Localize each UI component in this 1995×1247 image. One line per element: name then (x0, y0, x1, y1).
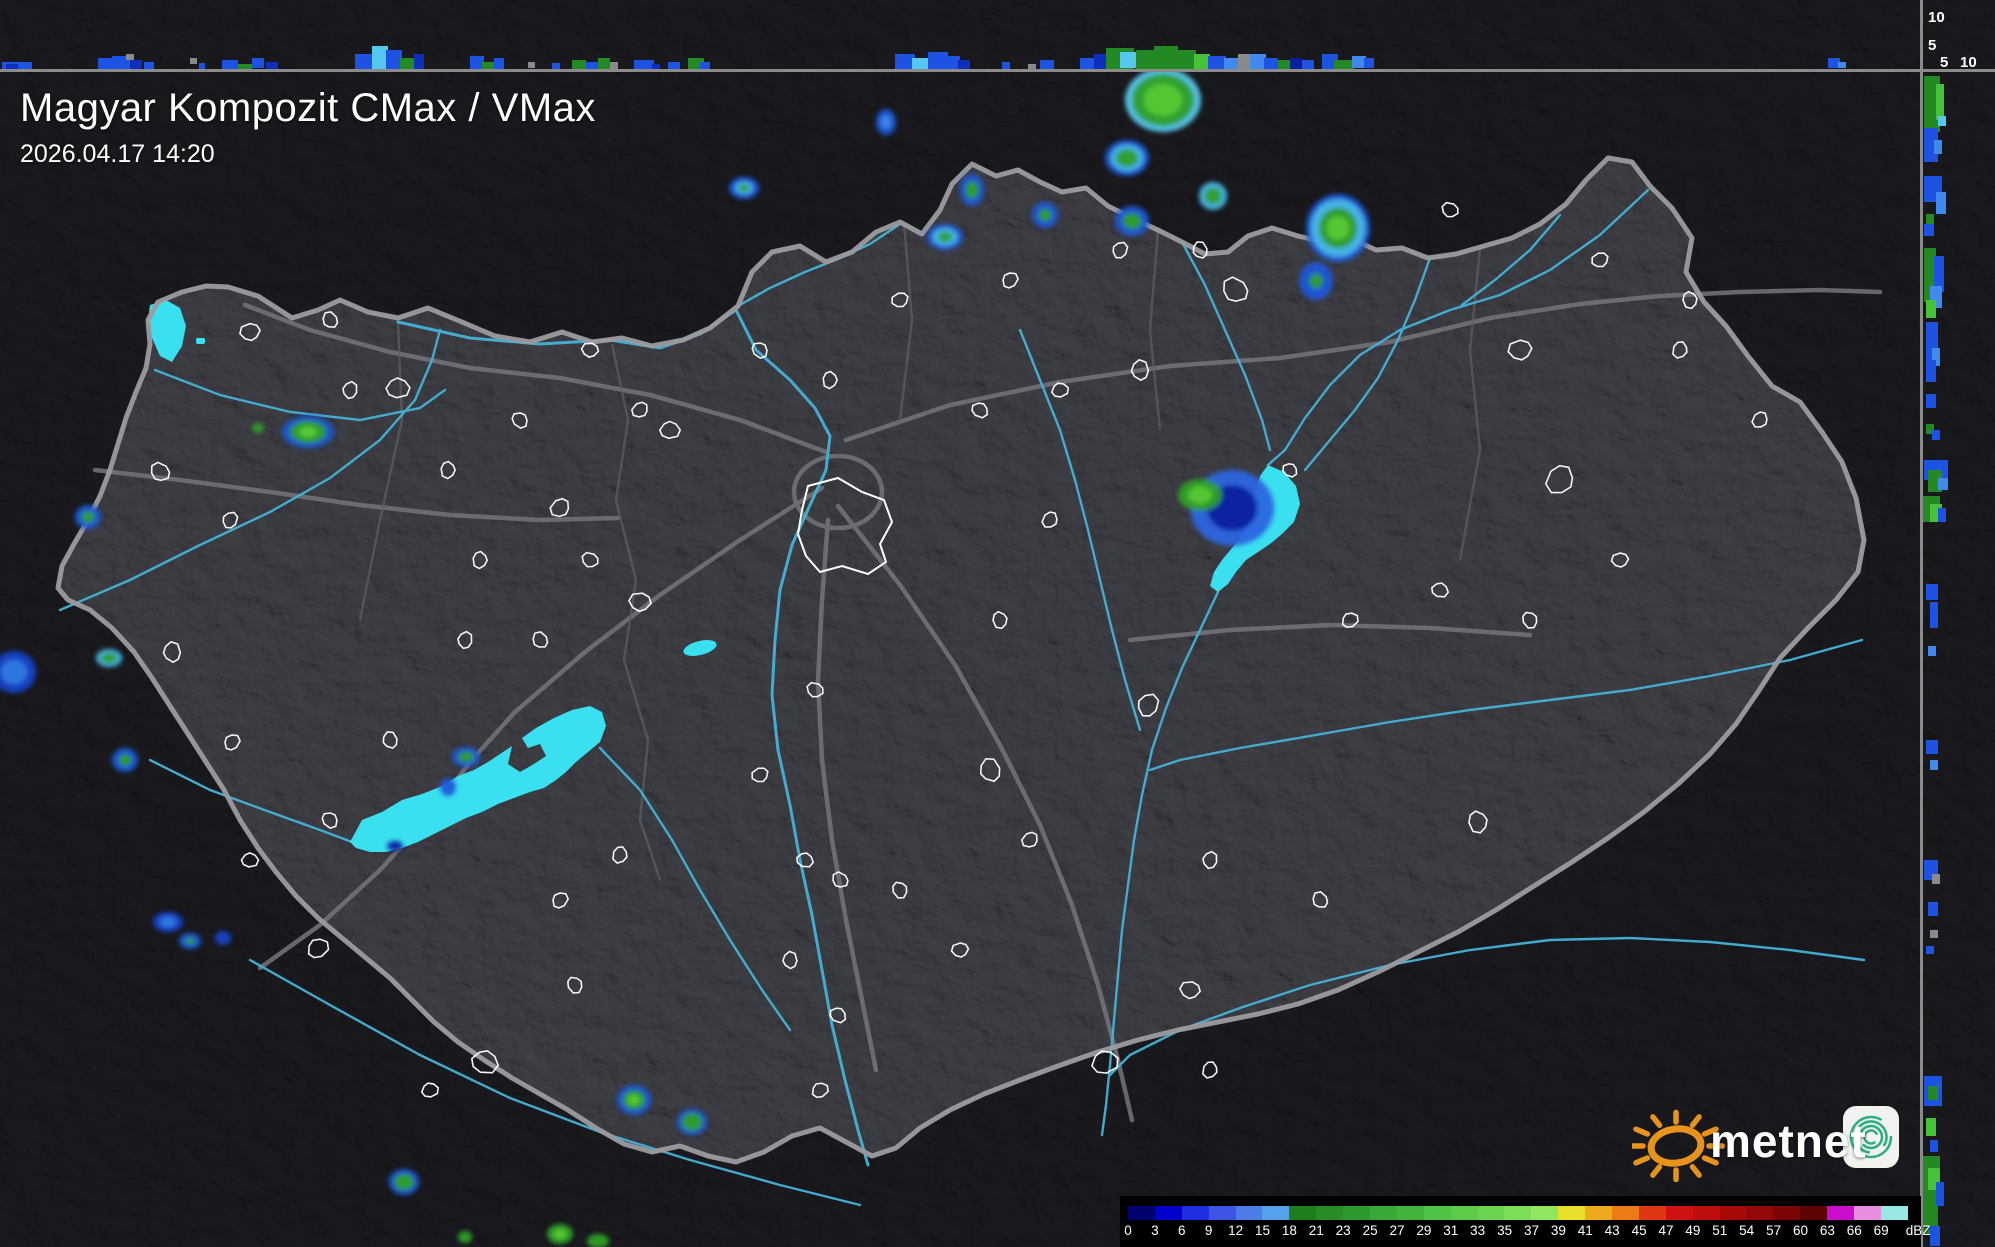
right-profile-echo (1938, 508, 1946, 522)
right-profile-echo (1926, 1118, 1936, 1136)
legend-cell (1477, 1206, 1505, 1220)
legend-cell (1450, 1206, 1478, 1220)
top-profile-echo (355, 54, 373, 70)
right-profile-echo (1926, 214, 1934, 224)
legend-cell (1343, 1206, 1371, 1220)
right-profile-echo (1928, 1086, 1938, 1100)
legend-tick-label: 69 (1873, 1223, 1889, 1238)
top-profile-echo (1136, 50, 1156, 70)
legend-cell (1854, 1206, 1881, 1220)
metnet-logo-text: metnet (1710, 1115, 1867, 1167)
legend-cell (1504, 1206, 1532, 1220)
metnet-logo: metnet (1632, 1092, 1904, 1182)
right-profile-echo (1926, 740, 1938, 754)
right-profile-echo (1938, 478, 1948, 490)
right-profile-echo (1926, 394, 1936, 408)
title-block: Magyar Kompozit CMax / VMax 2026.04.17 1… (20, 86, 596, 169)
legend-cell (1235, 1206, 1263, 1220)
right-profile-echo (1936, 84, 1944, 120)
top-profile-echo (190, 58, 197, 64)
top-axis-label-10: 10 (1928, 9, 1945, 26)
legend-cell (1154, 1206, 1182, 1220)
top-profile-echo (1838, 62, 1846, 68)
page-title: Magyar Kompozit CMax / VMax (20, 86, 596, 130)
top-profile-echo (126, 54, 134, 60)
legend-cell (1396, 1206, 1424, 1220)
timestamp: 2026.04.17 14:20 (20, 140, 215, 168)
sun-ray (1633, 1155, 1651, 1166)
legend-cell (1585, 1206, 1613, 1220)
profile-echo-pixels (0, 0, 1995, 1247)
top-profile-echo (252, 58, 264, 68)
legend-cell (1880, 1206, 1908, 1220)
sun-ray (1633, 1126, 1651, 1137)
legend-cell (1773, 1206, 1801, 1220)
right-profile-echo (1930, 602, 1938, 628)
legend-cell (1208, 1206, 1236, 1220)
right-profile-echo (1930, 1140, 1938, 1152)
legend-cell (1800, 1206, 1828, 1220)
legend-unit-label: dBZ (1905, 1223, 1931, 1238)
legend-cell (1181, 1206, 1209, 1220)
dbz-labels: 0 3 6 9 12 15 18 21 23 25 27 29 31 33 35 37 39 41 43 45 47 49… (1124, 1223, 1930, 1239)
legend-cell (1370, 1206, 1397, 1220)
right-profile-echo (1924, 224, 1934, 236)
top-profile-echo (1176, 50, 1196, 70)
right-profile-echo (1926, 360, 1936, 382)
right-profile-echo (1932, 874, 1940, 884)
right-profile-echo (1926, 300, 1936, 318)
right-axis-label-10: 10 (1960, 54, 1977, 71)
sun-ray (1650, 1114, 1663, 1128)
right-profile-echo (1928, 646, 1936, 656)
right-profile-echo (1934, 140, 1942, 154)
right-profile-echo (1930, 760, 1938, 770)
right-profile-echo (1928, 902, 1938, 916)
legend-cell (1423, 1206, 1451, 1220)
legend-cell (1612, 1206, 1639, 1220)
top-profile-echo (1154, 46, 1178, 70)
right-axis-label-5: 5 (1940, 54, 1949, 71)
radar-viewer: 10 5 5 10 Magyar Kompozit CMax / VMax 20… (0, 0, 1995, 1247)
legend-cell (1665, 1206, 1693, 1220)
legend-cell (1638, 1206, 1666, 1220)
legend-cell (1827, 1206, 1855, 1220)
legend-cell (1531, 1206, 1559, 1220)
legend-cell (1289, 1206, 1317, 1220)
top-profile-echo (414, 54, 424, 70)
sun-ray (1689, 1114, 1702, 1128)
legend-cell (1128, 1206, 1155, 1220)
right-profile-echo (1930, 930, 1938, 938)
legend-cell (1719, 1206, 1747, 1220)
top-profile-echo (528, 62, 535, 68)
right-profile-echo (1938, 116, 1946, 126)
right-profile-echo (1932, 430, 1940, 440)
right-profile-echo (1936, 192, 1946, 214)
dbz-colorbar (1128, 1206, 1908, 1220)
right-profile-echo (1926, 946, 1934, 954)
profile-divider-horizontal (0, 69, 1995, 72)
top-profile-echo (1364, 58, 1374, 68)
sun-ray (1650, 1164, 1663, 1178)
legend-cell (1262, 1206, 1290, 1220)
top-axis-label-5: 5 (1928, 37, 1937, 54)
legend-cell (1746, 1206, 1774, 1220)
top-profile-echo (928, 52, 948, 70)
legend-cell (1316, 1206, 1344, 1220)
legend-cell (1692, 1206, 1720, 1220)
profile-divider-vertical (1920, 0, 1923, 1247)
right-profile-echo (1926, 584, 1938, 600)
right-profile-echo (1936, 1182, 1944, 1206)
sun-ray (1689, 1164, 1702, 1178)
sun-icon (1632, 1109, 1725, 1182)
dbz-legend: 0 3 6 9 12 15 18 21 23 25 27 29 31 33 35 37 39 41 43 45 47 49… (1120, 1196, 1930, 1247)
legend-cell (1558, 1206, 1586, 1220)
